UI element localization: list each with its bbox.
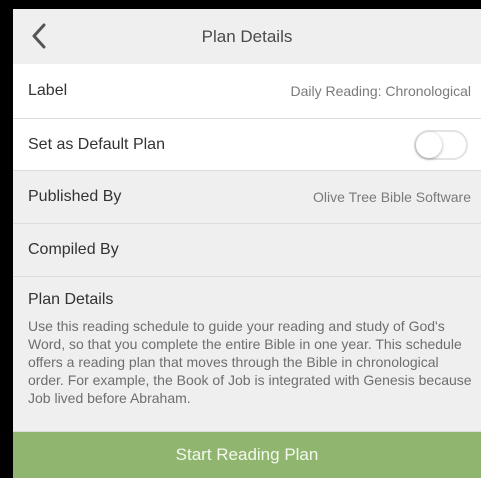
page-title: Plan Details — [201, 27, 293, 46]
plan-details-title: Plan Details — [28, 291, 114, 308]
plan-details-section: Plan Details Use this reading schedule t… — [13, 277, 481, 432]
label-row: Label Daily Reading: Chronological — [13, 64, 481, 119]
published-by-row: Published By Olive Tree Bible Software — [13, 171, 481, 224]
compiled-by-label: Compiled By — [28, 241, 119, 258]
published-by-label: Published By — [28, 188, 122, 205]
default-plan-row: Set as Default Plan — [13, 119, 481, 171]
start-reading-plan-button[interactable]: Start Reading Plan — [13, 432, 481, 478]
start-reading-plan-label: Start Reading Plan — [175, 445, 319, 464]
plan-details-description: Use this reading schedule to guide your … — [28, 318, 472, 406]
default-plan-label: Set as Default Plan — [28, 135, 165, 153]
default-plan-toggle[interactable] — [414, 129, 468, 160]
label-row-value: Daily Reading: Chronological — [290, 83, 471, 99]
app-screen: Plan Details Label Daily Reading: Chrono… — [13, 9, 481, 478]
nav-bar: Plan Details — [13, 9, 481, 65]
toggle-knob — [416, 131, 442, 158]
published-by-value: Olive Tree Bible Software — [313, 189, 471, 205]
compiled-by-row: Compiled By — [13, 224, 481, 277]
label-row-label: Label — [28, 82, 68, 99]
